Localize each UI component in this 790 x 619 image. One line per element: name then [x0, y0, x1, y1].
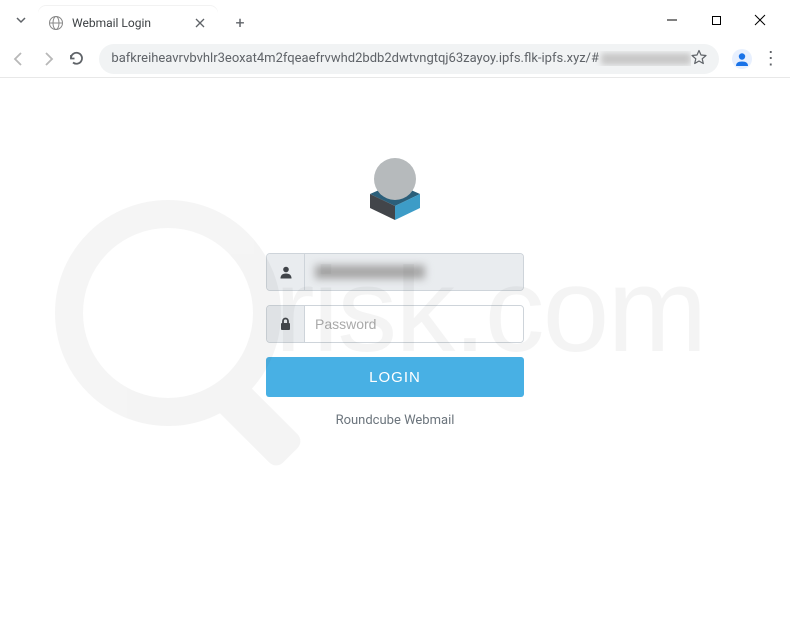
username-group	[266, 253, 524, 291]
url-text: bafkreiheavrvbvhlr3eoxat4m2fqeaefrvwhd2b…	[111, 51, 599, 66]
close-window-button[interactable]	[738, 4, 782, 36]
globe-icon	[48, 15, 64, 31]
new-tab-button[interactable]: +	[226, 8, 254, 36]
browser-titlebar: Webmail Login +	[0, 0, 790, 40]
footer-text: Roundcube Webmail	[266, 413, 524, 428]
tab-title: Webmail Login	[72, 16, 192, 30]
login-form: LOGIN Roundcube Webmail	[266, 253, 524, 428]
tabs-dropdown[interactable]	[4, 3, 38, 37]
username-redacted	[315, 265, 425, 279]
password-input[interactable]	[305, 306, 523, 342]
page-content: LOGIN Roundcube Webmail	[0, 78, 790, 619]
profile-button[interactable]	[731, 45, 753, 73]
login-button[interactable]: LOGIN	[266, 357, 524, 397]
browser-toolbar: bafkreiheavrvbvhlr3eoxat4m2fqeaefrvwhd2b…	[0, 40, 790, 78]
password-group	[266, 305, 524, 343]
maximize-button[interactable]	[694, 4, 738, 36]
url-redacted	[601, 53, 691, 65]
close-icon[interactable]	[192, 15, 208, 31]
window-controls	[650, 4, 790, 36]
browser-tab[interactable]: Webmail Login	[38, 6, 218, 40]
minimize-button[interactable]	[650, 4, 694, 36]
address-bar[interactable]: bafkreiheavrvbvhlr3eoxat4m2fqeaefrvwhd2b…	[99, 44, 719, 74]
forward-button[interactable]	[36, 45, 58, 73]
roundcube-logo	[350, 146, 440, 221]
back-button[interactable]	[8, 45, 30, 73]
reload-button[interactable]	[65, 45, 87, 73]
bookmark-star-icon[interactable]	[691, 49, 707, 69]
username-input[interactable]	[305, 254, 523, 290]
kebab-menu-icon[interactable]: ⋮	[760, 45, 782, 73]
user-icon	[267, 254, 305, 290]
lock-icon	[267, 306, 305, 342]
